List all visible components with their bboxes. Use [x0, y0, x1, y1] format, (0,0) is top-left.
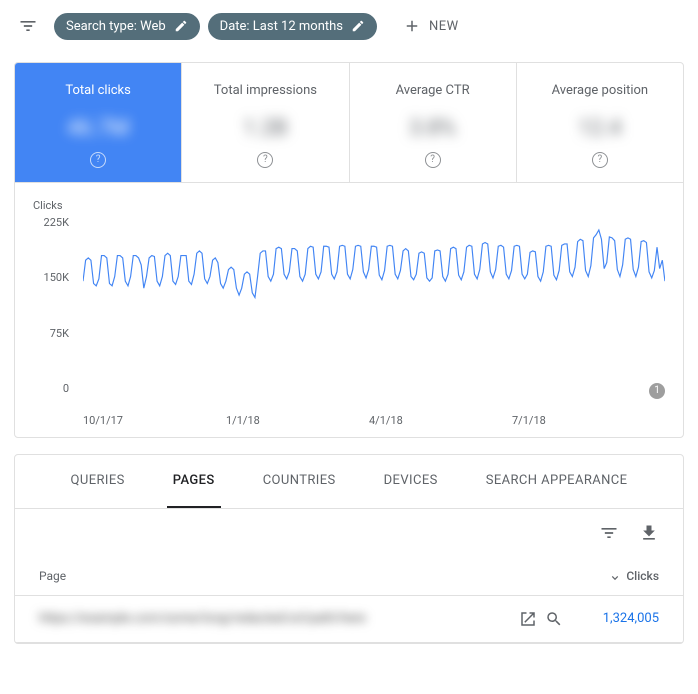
pencil-icon: [174, 19, 188, 33]
search-icon[interactable]: [545, 610, 563, 628]
chip-label: Search type: Web: [66, 19, 166, 34]
annotation-badge[interactable]: 1: [649, 383, 665, 399]
arrow-down-icon: [608, 569, 622, 583]
plus-icon: [403, 17, 421, 35]
tab-countries[interactable]: COUNTRIES: [257, 455, 342, 508]
x-tick: 10/1/17: [83, 414, 226, 427]
clicks-value: 1,324,005: [603, 611, 659, 626]
row-actions: [519, 610, 563, 628]
table-row[interactable]: https://example.com/some/long/redacted/u…: [15, 596, 683, 643]
chart-area: Clicks 225K 150K 75K 0 1 10/1/17 1/1/18 …: [15, 182, 683, 437]
chart-y-title: Clicks: [33, 199, 673, 212]
x-tick: 1/1/18: [226, 414, 369, 427]
tab-queries[interactable]: QUERIES: [65, 455, 131, 508]
metric-value: 12.4: [527, 116, 673, 141]
chip-label: Date: Last 12 months: [220, 19, 343, 34]
col-header-page[interactable]: Page: [39, 569, 608, 583]
y-tick: 75K: [35, 327, 69, 340]
table-header: Page Clicks: [15, 557, 683, 596]
chip-date[interactable]: Date: Last 12 months: [208, 13, 377, 40]
filter-bar: Search type: Web Date: Last 12 months NE…: [0, 0, 698, 52]
help-icon[interactable]: ?: [592, 152, 608, 168]
x-tick: 7/1/18: [512, 414, 655, 427]
chip-search-type[interactable]: Search type: Web: [54, 13, 200, 40]
metric-total-clicks[interactable]: Total clicks 46.7M ?: [15, 63, 182, 182]
metric-label: Total impressions: [192, 83, 338, 98]
table-toolbar: [15, 509, 683, 557]
pencil-icon: [351, 19, 365, 33]
table-filter-icon[interactable]: [599, 523, 619, 543]
metric-average-position[interactable]: Average position 12.4 ?: [517, 63, 683, 182]
table-tabs: QUERIES PAGES COUNTRIES DEVICES SEARCH A…: [15, 455, 683, 509]
metric-total-impressions[interactable]: Total impressions 1.2B ?: [182, 63, 349, 182]
help-icon[interactable]: ?: [90, 152, 106, 168]
metric-average-ctr[interactable]: Average CTR 3.8% ?: [350, 63, 517, 182]
metric-label: Total clicks: [25, 83, 171, 98]
filter-icon[interactable]: [10, 8, 46, 44]
metric-value: 1.2B: [192, 116, 338, 141]
y-tick: 150K: [35, 271, 69, 284]
y-axis-labels: 225K 150K 75K 0: [35, 216, 75, 396]
x-tick: 4/1/18: [369, 414, 512, 427]
data-table-card: QUERIES PAGES COUNTRIES DEVICES SEARCH A…: [14, 454, 684, 644]
y-tick: 225K: [35, 216, 69, 229]
metric-value: 3.8%: [360, 116, 506, 141]
download-icon[interactable]: [639, 523, 659, 543]
performance-card: Total clicks 46.7M ? Total impressions 1…: [14, 62, 684, 438]
page-url: https://example.com/some/long/redacted/u…: [39, 611, 519, 626]
help-icon[interactable]: ?: [257, 152, 273, 168]
y-tick: 0: [35, 382, 69, 395]
help-icon[interactable]: ?: [425, 152, 441, 168]
chart[interactable]: 225K 150K 75K 0: [35, 216, 673, 396]
tab-pages[interactable]: PAGES: [167, 455, 221, 508]
tab-search-appearance[interactable]: SEARCH APPEARANCE: [480, 455, 634, 508]
new-label: NEW: [429, 19, 459, 34]
metric-label: Average CTR: [360, 83, 506, 98]
x-axis-labels: 10/1/17 1/1/18 4/1/18 7/1/18: [83, 414, 655, 427]
tab-devices[interactable]: DEVICES: [378, 455, 444, 508]
new-filter-button[interactable]: NEW: [393, 11, 469, 41]
metric-label: Average position: [527, 83, 673, 98]
chart-plot: [83, 216, 665, 321]
metric-value: 46.7M: [25, 116, 171, 141]
col-header-clicks[interactable]: Clicks: [608, 569, 659, 583]
metrics-row: Total clicks 46.7M ? Total impressions 1…: [15, 63, 683, 182]
col-label: Clicks: [626, 569, 659, 583]
open-external-icon[interactable]: [519, 610, 537, 628]
